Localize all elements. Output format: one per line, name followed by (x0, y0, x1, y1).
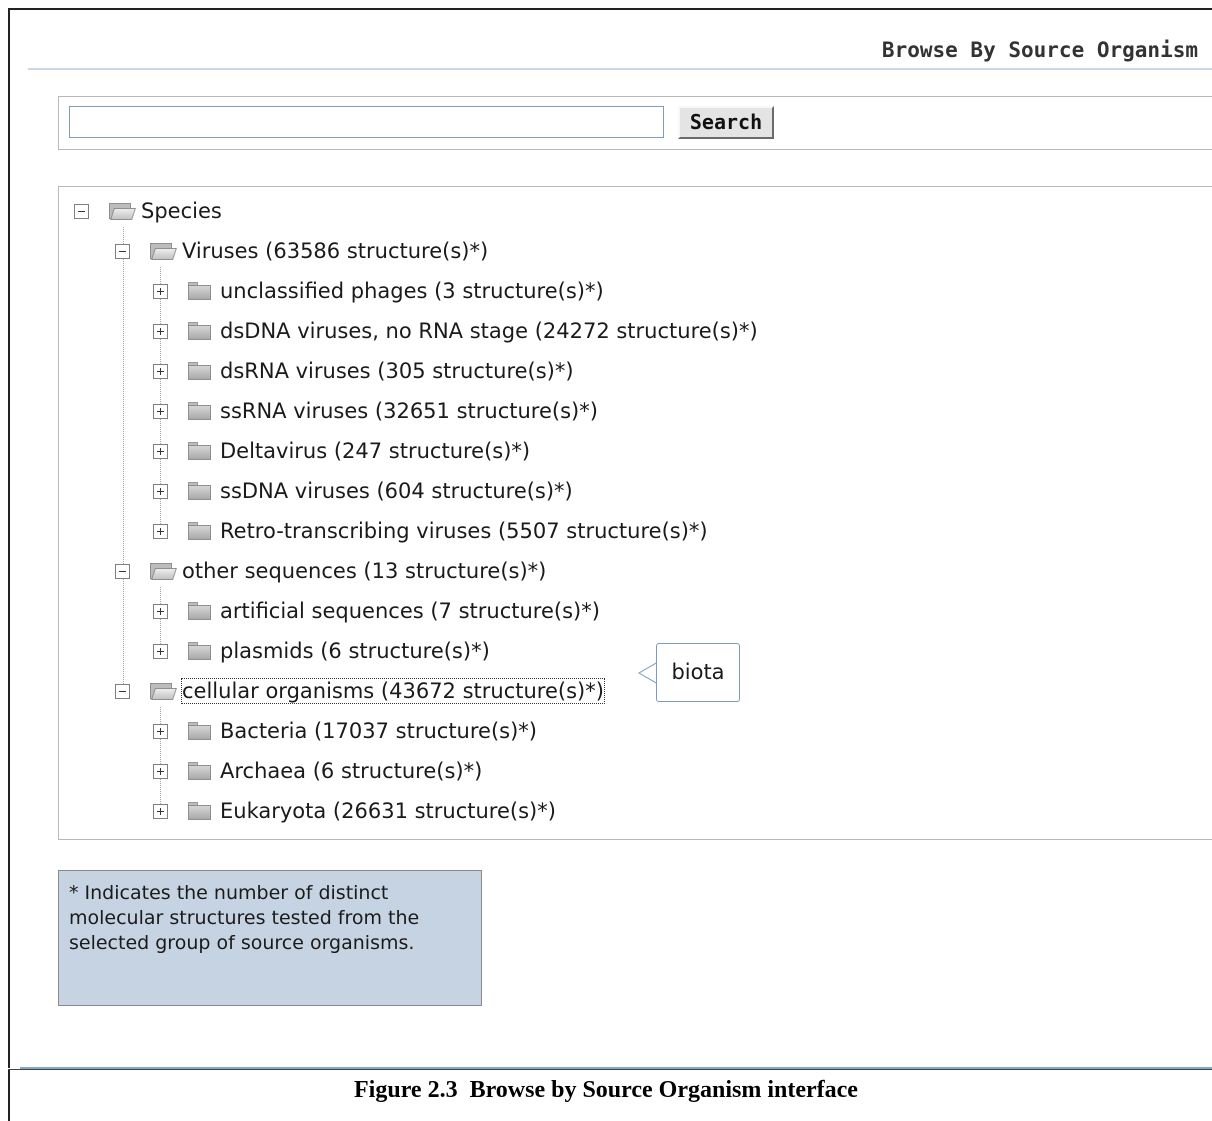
tree-node-archaea[interactable]: Archaea (6 structure(s)*) (153, 751, 482, 791)
tree-node-label[interactable]: Species (141, 199, 222, 223)
tree-node-label[interactable]: Archaea (6 structure(s)*) (220, 759, 482, 783)
tree-node-label-selected[interactable]: cellular organisms (43672 structure(s)*) (181, 678, 605, 704)
tooltip-text: biota (671, 660, 725, 684)
tree-node-plasmids[interactable]: plasmids (6 structure(s)*) (153, 631, 490, 671)
tree-node-other-sequences[interactable]: other sequences (13 structure(s)*) (115, 551, 546, 591)
tree-node-label[interactable]: Deltavirus (247 structure(s)*) (220, 439, 530, 463)
tree-node-label[interactable]: unclassified phages (3 structure(s)*) (220, 279, 604, 303)
caption-text: Figure 2.3 Browse by Source Organism int… (354, 1077, 858, 1103)
tree-node-bacteria[interactable]: Bacteria (17037 structure(s)*) (153, 711, 537, 751)
tree-node-label[interactable]: other sequences (13 structure(s)*) (182, 559, 546, 583)
organism-tree: Species Viruses (63586 structure(s)*) un… (58, 186, 1212, 840)
tree-node-artificial-sequences[interactable]: artificial sequences (7 structure(s)*) (153, 591, 600, 631)
search-button[interactable]: Search (678, 106, 774, 139)
expand-icon[interactable] (153, 643, 168, 659)
search-panel: Search (58, 96, 1212, 150)
tree-node-label[interactable]: Retro-transcribing viruses (5507 structu… (220, 519, 708, 543)
folder-icon (187, 321, 213, 341)
tree-node-ssrna-viruses[interactable]: ssRNA viruses (32651 structure(s)*) (153, 391, 598, 431)
tree-node-cellular-organisms[interactable]: cellular organisms (43672 structure(s)*) (115, 671, 605, 711)
folder-icon (187, 401, 213, 421)
expand-icon[interactable] (153, 363, 168, 379)
page-title: Browse By Source Organism (881, 38, 1198, 62)
open-folder-icon (149, 561, 177, 581)
tree-connector (123, 227, 124, 690)
folder-icon (187, 441, 213, 461)
tree-node-dsdna-viruses[interactable]: dsDNA viruses, no RNA stage (24272 struc… (153, 311, 758, 351)
tree-node-species[interactable]: Species (74, 191, 222, 231)
expand-icon[interactable] (153, 403, 168, 419)
expand-icon[interactable] (153, 523, 168, 539)
expand-icon[interactable] (153, 723, 168, 739)
tree-node-label[interactable]: ssRNA viruses (32651 structure(s)*) (220, 399, 598, 423)
folder-icon (187, 761, 213, 781)
folder-icon (187, 521, 213, 541)
expand-icon[interactable] (153, 483, 168, 499)
tooltip: biota (656, 643, 740, 702)
figure-caption: Figure 2.3 Browse by Source Organism int… (0, 1077, 1212, 1104)
collapse-icon[interactable] (115, 243, 130, 259)
tree-node-label[interactable]: Bacteria (17037 structure(s)*) (220, 719, 537, 743)
expand-icon[interactable] (153, 803, 168, 819)
expand-icon[interactable] (153, 323, 168, 339)
open-folder-icon (108, 201, 136, 221)
footnote-box: * Indicates the number of distinct molec… (58, 870, 482, 1006)
folder-icon (187, 601, 213, 621)
folder-icon (187, 801, 213, 821)
collapse-icon[interactable] (74, 203, 89, 219)
folder-icon (187, 641, 213, 661)
tree-node-label[interactable]: Viruses (63586 structure(s)*) (182, 239, 488, 263)
collapse-icon[interactable] (115, 683, 130, 699)
tree-node-retro-transcribing-viruses[interactable]: Retro-transcribing viruses (5507 structu… (153, 511, 708, 551)
search-input[interactable] (69, 106, 664, 138)
tree-node-deltavirus[interactable]: Deltavirus (247 structure(s)*) (153, 431, 530, 471)
expand-icon[interactable] (153, 763, 168, 779)
tree-node-label[interactable]: Eukaryota (26631 structure(s)*) (220, 799, 556, 823)
frame-bottom-line (8, 1069, 1212, 1070)
tree-node-dsrna-viruses[interactable]: dsRNA viruses (305 structure(s)*) (153, 351, 574, 391)
folder-icon (187, 281, 213, 301)
tree-node-eukaryota[interactable]: Eukaryota (26631 structure(s)*) (153, 791, 556, 831)
tree-node-label[interactable]: plasmids (6 structure(s)*) (220, 639, 490, 663)
tree-node-viruses[interactable]: Viruses (63586 structure(s)*) (115, 231, 488, 271)
folder-icon (187, 481, 213, 501)
folder-icon (187, 361, 213, 381)
tree-node-label[interactable]: dsDNA viruses, no RNA stage (24272 struc… (220, 319, 758, 343)
collapse-icon[interactable] (115, 563, 130, 579)
open-folder-icon (149, 241, 177, 261)
expand-icon[interactable] (153, 443, 168, 459)
folder-icon (187, 721, 213, 741)
tree-node-label[interactable]: dsRNA viruses (305 structure(s)*) (220, 359, 574, 383)
expand-icon[interactable] (153, 283, 168, 299)
tree-node-label[interactable]: ssDNA viruses (604 structure(s)*) (220, 479, 573, 503)
tree-node-ssdna-viruses[interactable]: ssDNA viruses (604 structure(s)*) (153, 471, 573, 511)
tooltip-pointer (638, 662, 658, 684)
header-bar: Browse By Source Organism (28, 34, 1212, 70)
tree-node-label[interactable]: artificial sequences (7 structure(s)*) (220, 599, 600, 623)
footnote-text: * Indicates the number of distinct molec… (69, 882, 420, 954)
expand-icon[interactable] (153, 603, 168, 619)
open-folder-icon (149, 681, 177, 701)
tree-node-unclassified-phages[interactable]: unclassified phages (3 structure(s)*) (153, 271, 604, 311)
